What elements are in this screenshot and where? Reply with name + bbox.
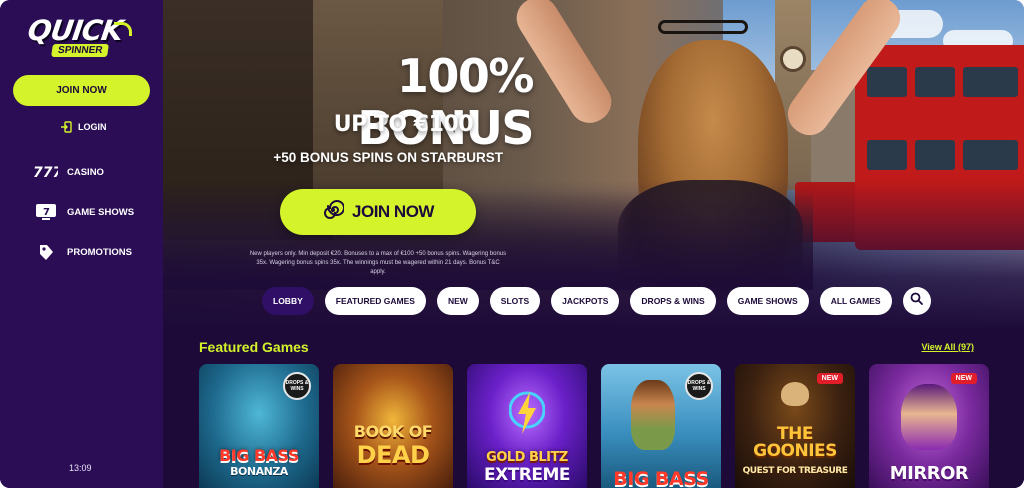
login-icon [60,121,72,133]
tab-new[interactable]: NEW [436,287,479,315]
sidebar-item-label: GAME SHOWS [67,206,135,218]
game-title: MIRROR [889,463,969,484]
tab-jackpots[interactable]: JACKPOTS [551,287,620,315]
game-tile-the-goonies[interactable]: NEW THE GOONIES QUEST FOR TREASURE [735,364,855,488]
game-title: BIG BASS [219,446,299,465]
bus-window [867,140,907,170]
game-subtitle: QUEST FOR TREASURE [742,466,848,476]
hero-tagline: +50 BONUS SPINS ON STARBURST [273,150,503,165]
sidebar-item-promotions[interactable]: PROMOTIONS [33,241,132,263]
logo-text-bottom: SPINNER [51,44,110,57]
sidebar-join-button[interactable]: JOIN NOW [13,75,150,106]
svg-text:7: 7 [43,207,50,218]
login-label: LOGIN [78,122,107,132]
bus-window [867,67,907,97]
new-badge: NEW [816,373,843,384]
game-subtitle: BONANZA [230,465,288,478]
spiral-icon [322,199,346,226]
game-subtitle: DEAD [356,441,430,469]
sidebar-item-casino[interactable]: 777 CASINO [33,161,104,183]
game-title: BIG BASS [613,468,709,488]
joker-figure [901,384,957,450]
game-title: THE GOONIES [753,424,837,461]
hero-join-label: JOIN NOW [352,202,434,221]
tag-icon [33,241,58,263]
tab-featured-games[interactable]: FEATURED GAMES [324,287,426,315]
clock: 13:09 [69,463,92,473]
search-button[interactable] [902,287,931,315]
svg-text:777: 777 [33,165,58,180]
main-content: 100% BONUS UP TO €100 +50 BONUS SPINS ON… [163,0,1024,488]
hero-subheadline: UP TO €100 [333,112,474,137]
login-link[interactable]: LOGIN [60,119,107,135]
new-badge: NEW [950,373,977,384]
sidebar-item-game-shows[interactable]: 7 GAME SHOWS [33,201,134,223]
game-tile-book-of-dead[interactable]: BOOK OF DEAD [333,364,453,488]
game-subtitle: EXTREME [483,465,571,485]
view-all-link[interactable]: View All (97) [921,342,974,352]
logo-swoosh-icon [114,22,132,36]
featured-games-row: DROPS & WINS BIG BASS BONANZA BOOK OF DE… [199,364,989,488]
game-tile-gold-blitz-extreme[interactable]: GOLD BLITZ EXTREME [467,364,587,488]
tab-drops-wins[interactable]: DROPS & WINS [630,287,716,315]
search-icon [910,292,923,310]
game-tile-mirror-joker[interactable]: NEW MIRROR [869,364,989,488]
slot-777-icon: 777 [33,161,58,183]
hero-headline: 100% BONUS [357,49,534,155]
featured-games-title: Featured Games [199,339,309,355]
hero-banner: 100% BONUS UP TO €100 +50 BONUS SPINS ON… [163,0,1024,330]
sidebar-item-label: PROMOTIONS [67,246,132,258]
skull-icon [781,382,809,406]
app-frame: QUICK SPINNER JOIN NOW LOGIN 777 CASINO … [0,0,1024,488]
drops-wins-badge: DROPS & WINS [283,372,311,400]
game-title: GOLD BLITZ [486,450,568,465]
sidebar-item-label: CASINO [67,166,104,178]
drops-wins-badge: DROPS & WINS [685,372,713,400]
tv-icon: 7 [33,201,58,223]
game-tile-big-bass[interactable]: DROPS & WINS BIG BASS [601,364,721,488]
tab-game-shows[interactable]: GAME SHOWS [726,287,809,315]
logo[interactable]: QUICK SPINNER [25,14,136,60]
game-title: BOOK OF [353,422,433,441]
bus-window [963,140,1018,170]
tab-all-games[interactable]: ALL GAMES [819,287,892,315]
category-tabs: LOBBY FEATURED GAMES NEW SLOTS JACKPOTS … [262,287,931,315]
bus-window [915,140,955,170]
sidebar: QUICK SPINNER JOIN NOW LOGIN 777 CASINO … [0,0,163,488]
fisherman-figure [631,380,675,450]
lightning-icon [508,388,546,443]
tab-slots[interactable]: SLOTS [489,287,541,315]
hero-join-button[interactable]: JOIN NOW [280,189,476,235]
bus-window [915,67,955,97]
hero-clock-face [780,46,806,72]
tab-lobby[interactable]: LOBBY [262,287,314,315]
bonus-terms: New players only. Min deposit €20. Bonus… [249,251,507,275]
logo-text-top: QUICK [25,14,125,47]
game-tile-big-bass-bonanza[interactable]: DROPS & WINS BIG BASS BONANZA [199,364,319,488]
hero-sunglasses [658,20,748,34]
bus-window [963,67,1018,97]
